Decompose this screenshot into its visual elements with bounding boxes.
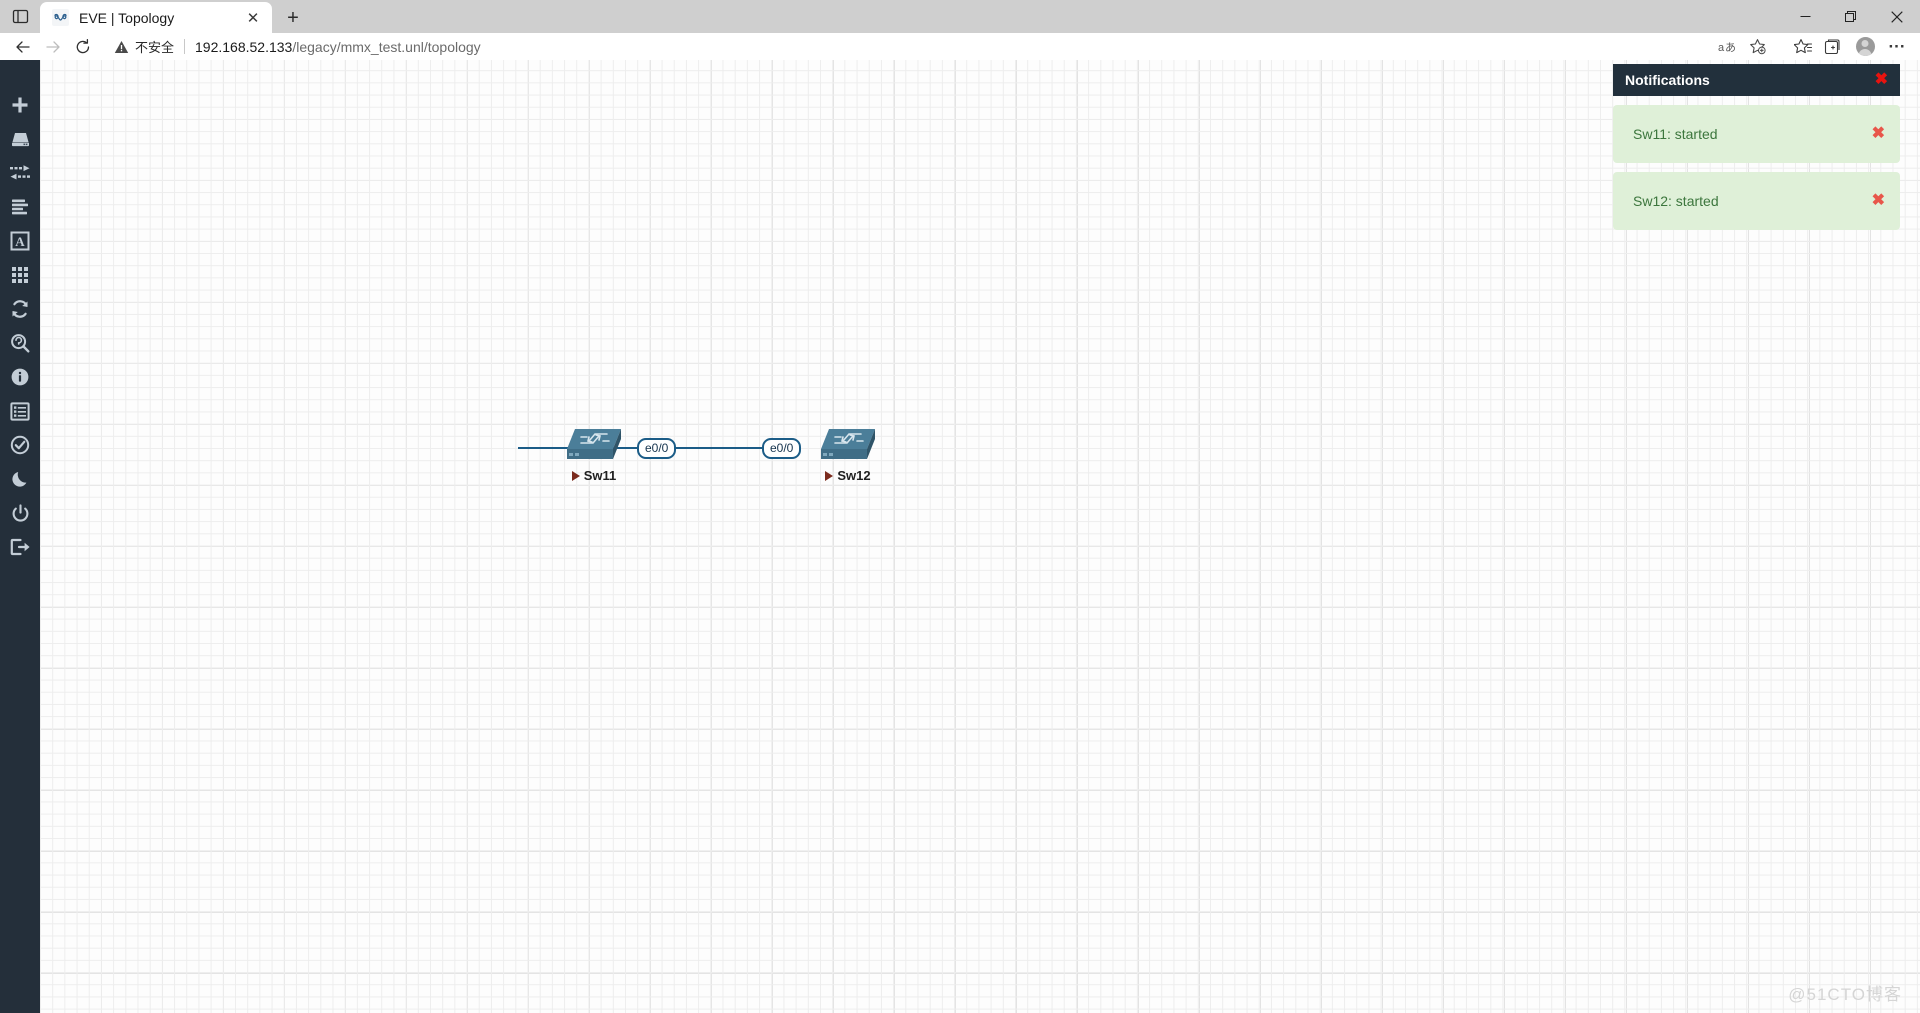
sidebar-item-refresh[interactable] (0, 292, 40, 326)
tab-title: EVE | Topology (79, 9, 175, 26)
refresh-icon (12, 300, 28, 318)
browser-settings-more-icon[interactable]: ··· (1882, 34, 1912, 60)
node-name: Sw12 (837, 468, 871, 483)
eve-logo-icon (52, 9, 69, 26)
topology-node-label: Sw11 (556, 468, 632, 483)
notification-dismiss-icon[interactable]: ✖ (1872, 126, 1885, 142)
eve-sidebar: A (0, 60, 40, 1013)
new-tab-button[interactable]: + (276, 3, 310, 33)
omnibox-actions: a あ (1712, 34, 1772, 60)
topology-check-icon (10, 435, 30, 455)
notifications-close-icon[interactable]: ✖ (1875, 72, 1888, 88)
browser-titlebar: EVE | Topology ✕ + (0, 0, 1920, 33)
profile-avatar-icon[interactable] (1848, 34, 1882, 60)
svg-text:あ: あ (1725, 41, 1736, 54)
add-object-icon (12, 97, 28, 113)
status-icon (11, 368, 29, 386)
window-controls (1782, 0, 1920, 33)
watermark: @51CTO博客 (1788, 985, 1902, 1004)
url-text: 192.168.52.133/legacy/mmx_test.unl/topol… (195, 39, 481, 55)
browser-navbar: 不安全 192.168.52.133/legacy/mmx_test.unl/t… (0, 33, 1920, 60)
startup-configs-icon (12, 199, 28, 215)
svg-text:A: A (15, 234, 25, 249)
node-running-icon[interactable] (825, 470, 834, 481)
interface-label-sw12[interactable]: e0/0 (762, 438, 802, 459)
collections-icon[interactable] (1818, 34, 1848, 60)
sidebar-item-text-object[interactable]: A (0, 224, 40, 258)
sidebar-item-logout[interactable] (0, 530, 40, 564)
sidebar-item-networks[interactable] (0, 156, 40, 190)
node-running-icon[interactable] (571, 470, 580, 481)
notification-item: Sw11: started ✖ (1613, 105, 1900, 163)
notification-dismiss-icon[interactable]: ✖ (1872, 193, 1885, 209)
restore-icon[interactable] (1828, 0, 1874, 33)
url-host: 192.168.52.133 (195, 38, 293, 55)
sidebar-item-dark-mode[interactable] (0, 462, 40, 496)
sidebar-item-startup-configs[interactable] (0, 190, 40, 224)
read-aloud-icon[interactable]: a あ (1712, 34, 1742, 60)
add-favorite-icon[interactable] (1742, 34, 1772, 60)
switch-icon (821, 429, 875, 459)
topology-node-label: Sw12 (810, 468, 886, 483)
logs-icon (10, 401, 30, 421)
browser-window: EVE | Topology ✕ + 不安全 192.168.52.133/le… (0, 0, 1920, 1013)
close-lab-icon (12, 503, 28, 522)
svg-text:a: a (1718, 42, 1725, 54)
sidebar-item-close-lab[interactable] (0, 496, 40, 530)
notifications-panel: Notifications ✖ Sw11: started ✖ Sw12: st… (1613, 64, 1900, 230)
reload-icon[interactable] (68, 34, 98, 60)
notification-text: Sw11: started (1633, 126, 1718, 142)
text-object-icon: A (10, 231, 30, 251)
notification-text: Sw12: started (1633, 193, 1719, 209)
favorites-list-icon[interactable] (1788, 34, 1818, 60)
interface-label-sw11[interactable]: e0/0 (637, 438, 677, 459)
notifications-title: Notifications (1625, 72, 1710, 88)
omnibox-divider (184, 39, 186, 54)
notification-item: Sw12: started ✖ (1613, 172, 1900, 230)
switch-icon (567, 429, 621, 459)
avatar (1855, 37, 1875, 56)
sidebar-item-status[interactable] (0, 360, 40, 394)
sidebar-item-topology-check[interactable] (0, 428, 40, 462)
tab-actions-icon[interactable] (0, 0, 40, 33)
close-icon[interactable] (1874, 0, 1920, 33)
more-actions-icon (12, 267, 28, 283)
network-icon (10, 165, 30, 180)
dark-mode-icon (11, 471, 26, 487)
notifications-header: Notifications ✖ (1613, 64, 1900, 96)
sidebar-item-more-actions[interactable] (0, 258, 40, 292)
url-path: /legacy/mmx_test.unl/topology (292, 38, 481, 55)
sidebar-item-lab-details[interactable] (0, 326, 40, 360)
warning-triangle-icon (114, 40, 129, 54)
tab-close-icon[interactable]: ✕ (242, 7, 264, 29)
sidebar-item-nodes[interactable] (0, 122, 40, 156)
sidebar-item-add-object[interactable] (0, 88, 40, 122)
security-status-label: 不安全 (135, 40, 175, 55)
minimize-icon[interactable] (1782, 0, 1828, 33)
lab-details-icon (11, 334, 30, 353)
forward-arrow-icon (38, 34, 68, 60)
back-arrow-icon[interactable] (8, 34, 38, 60)
topology-node-sw11[interactable]: Sw11 (556, 425, 632, 483)
node-name: Sw11 (583, 468, 617, 483)
page-viewport: Sw11 Sw12 e0/0 e0/0 @51CTO博客 A Notificat… (0, 60, 1920, 1013)
logout-icon (10, 538, 30, 556)
topology-node-sw12[interactable]: Sw12 (810, 425, 886, 483)
address-bar[interactable]: 不安全 192.168.52.133/legacy/mmx_test.unl/t… (104, 34, 1782, 59)
sidebar-item-logs[interactable] (0, 394, 40, 428)
browser-tab[interactable]: EVE | Topology ✕ (40, 2, 272, 33)
nodes-icon (11, 133, 29, 147)
